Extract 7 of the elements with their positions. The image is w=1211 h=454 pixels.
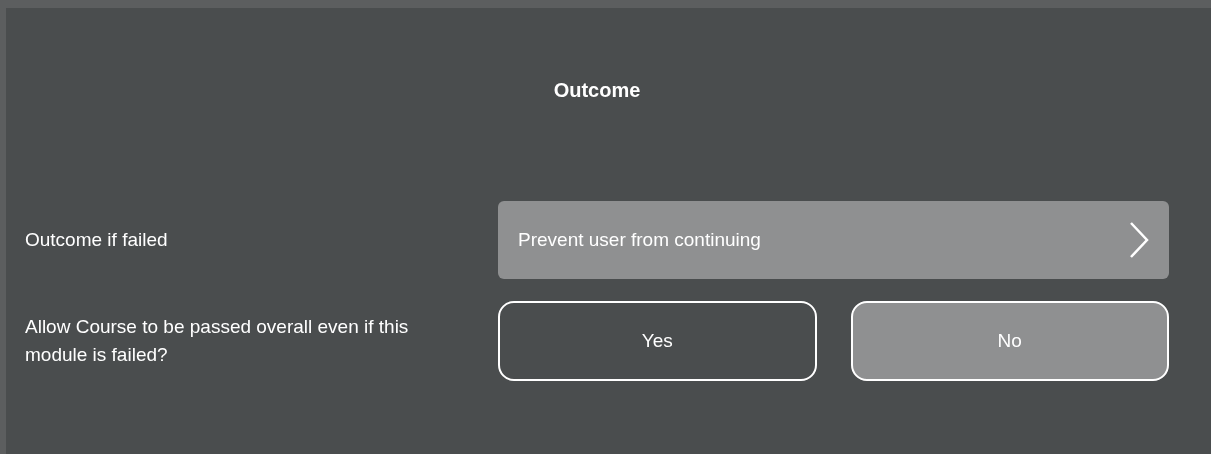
dialog-title: Outcome — [552, 78, 642, 103]
field-label: Outcome if failed — [25, 227, 169, 252]
field-label: Allow Course to be passed overall even if this module is failed? — [25, 315, 410, 367]
choice-button[interactable]: No — [850, 301, 1169, 381]
choice-button[interactable]: Yes — [498, 301, 817, 381]
outcome-select[interactable]: Prevent user from continuing — [498, 201, 1169, 279]
chevron-right-icon — [1129, 221, 1149, 259]
